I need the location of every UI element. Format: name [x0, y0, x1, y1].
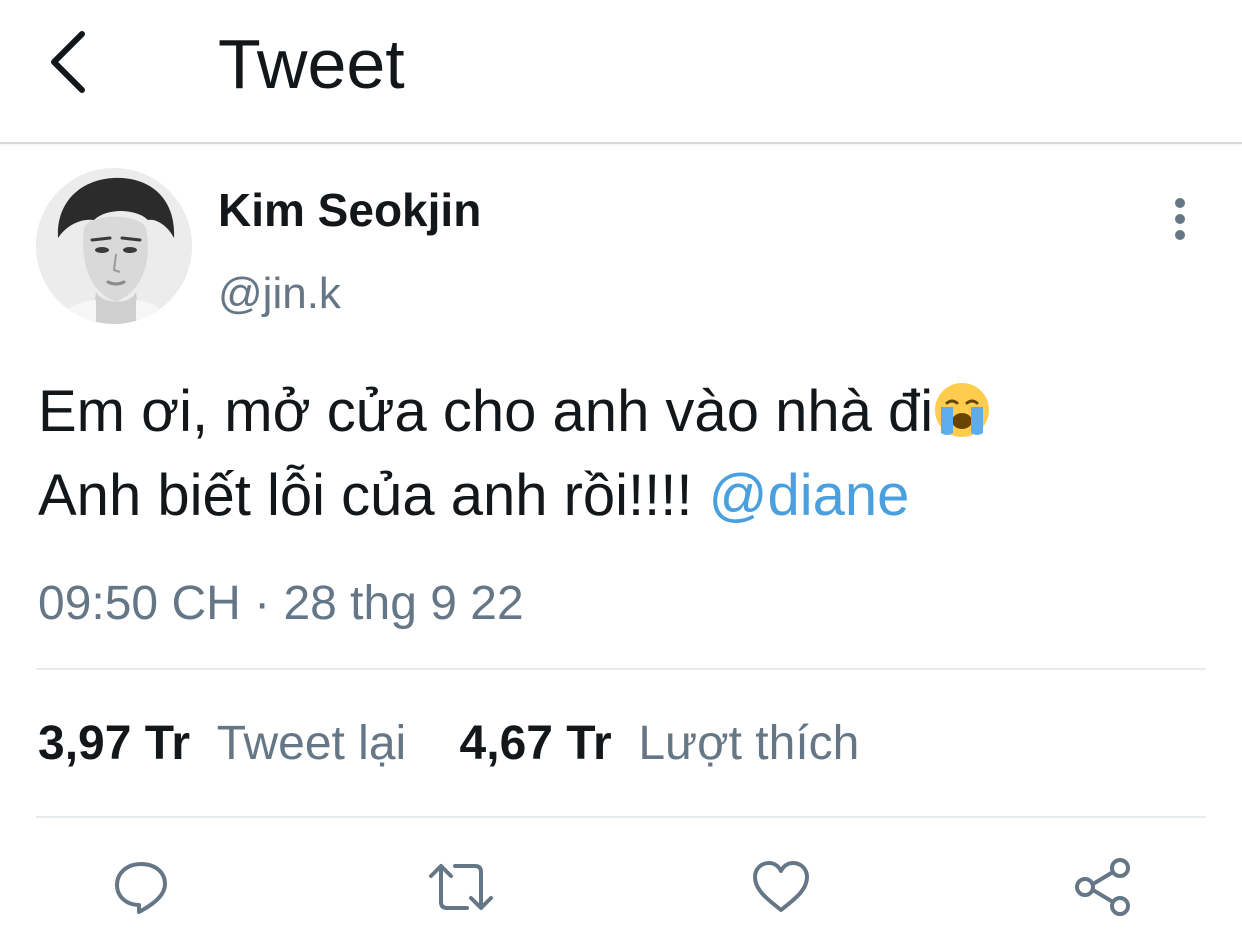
tweet-text-line-2: Anh biết lỗi của anh rồi!!!! — [38, 463, 709, 528]
tweet-stats: 3,97 Tr Tweet lại 4,67 Tr Lượt thích — [38, 712, 859, 776]
author-name[interactable]: Kim Seokjin — [218, 184, 481, 236]
likes-label: Lượt thích — [638, 717, 860, 770]
retweets-stat[interactable]: 3,97 Tr Tweet lại — [38, 717, 406, 770]
retweet-icon — [429, 864, 493, 910]
tweet-text-line-1: Em ơi, mở cửa cho anh vào nhà đi — [38, 379, 934, 444]
retweets-count: 3,97 Tr — [38, 717, 191, 770]
comment-icon — [115, 862, 167, 914]
divider — [36, 668, 1206, 670]
avatar[interactable] — [36, 168, 192, 324]
retweet-button[interactable] — [426, 852, 496, 922]
author-handle[interactable]: @jin.k — [218, 268, 341, 320]
crying-face-emoji — [935, 383, 990, 437]
likes-stat[interactable]: 4,67 Tr Lượt thích — [460, 717, 860, 770]
more-options-button[interactable] — [1160, 194, 1200, 244]
tweet-text: Em ơi, mở cửa cho anh vào nhà đi Anh biế… — [38, 370, 1208, 538]
top-bar: Tweet — [0, 0, 1242, 144]
likes-count: 4,67 Tr — [459, 717, 612, 770]
page-title: Tweet — [218, 25, 405, 103]
back-button[interactable] — [36, 22, 100, 102]
heart-icon — [753, 861, 809, 912]
divider — [36, 816, 1206, 818]
tweet-timestamp[interactable]: 09:50 CH · 28 thg 9 22 — [38, 574, 524, 634]
mention-link[interactable]: @diane — [709, 463, 910, 528]
retweets-label: Tweet lại — [216, 717, 407, 770]
chevron-left-icon — [51, 31, 85, 93]
tweet-detail-screen: Tweet Kim Seokjin @jin.k Em ơi, mở cửa c… — [0, 0, 1242, 940]
share-icon — [1075, 858, 1130, 916]
share-button[interactable] — [1068, 852, 1138, 922]
more-vertical-icon — [1175, 198, 1185, 240]
profile-photo — [36, 168, 192, 324]
like-button[interactable] — [746, 852, 816, 922]
reply-button[interactable] — [106, 852, 176, 922]
